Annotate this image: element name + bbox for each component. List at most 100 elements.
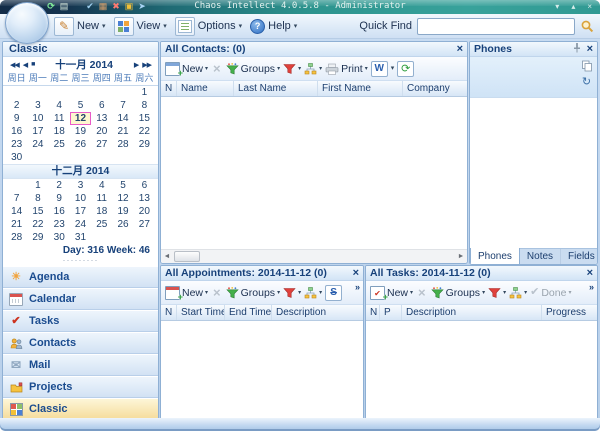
delete-button[interactable]: × xyxy=(211,62,223,75)
group-by-button[interactable]: ▾ xyxy=(304,287,322,299)
calendar-day[interactable]: 18 xyxy=(91,205,112,218)
group-by-button[interactable]: ▾ xyxy=(509,287,527,299)
calendar-day[interactable]: 11 xyxy=(91,192,112,205)
column-end-time[interactable]: End Time xyxy=(225,305,272,320)
calendar-day[interactable]: 15 xyxy=(134,112,155,125)
column-n[interactable]: N xyxy=(161,81,177,96)
group-by-button[interactable]: ▾ xyxy=(304,63,322,75)
calendar-day[interactable]: 26 xyxy=(70,138,91,151)
column-description[interactable]: Description xyxy=(272,305,363,320)
save-icon[interactable]: ▤ xyxy=(59,1,69,12)
calendar-day[interactable]: 15 xyxy=(27,205,48,218)
calendar-day[interactable]: 30 xyxy=(49,231,70,244)
sidebar-item-projects[interactable]: Projects xyxy=(3,376,158,398)
print-button[interactable]: Print ▾ xyxy=(325,63,368,75)
calendar-day[interactable]: 10 xyxy=(27,112,48,125)
tasks-shortcut-icon[interactable]: ✔ xyxy=(85,1,95,12)
contacts-list[interactable] xyxy=(161,97,467,249)
groups-button[interactable]: Groups ▾ xyxy=(226,63,280,75)
calendar-day[interactable]: 16 xyxy=(6,125,27,138)
calendar-day[interactable]: 24 xyxy=(27,138,48,151)
column-first-name[interactable]: First Name xyxy=(318,81,403,96)
calendar-day[interactable]: 14 xyxy=(6,205,27,218)
calendar-day[interactable]: 23 xyxy=(49,218,70,231)
column-progress[interactable]: Progress xyxy=(542,305,597,320)
help-button[interactable]: ? Help ▾ xyxy=(250,19,297,34)
column-description[interactable]: Description xyxy=(402,305,542,320)
close-icon[interactable]: × xyxy=(353,268,359,279)
close-button[interactable]: × xyxy=(587,1,592,12)
column-company[interactable]: Company xyxy=(403,81,467,96)
new-appointment-button[interactable]: + New ▾ xyxy=(165,286,208,300)
maximize-button[interactable]: ▴ xyxy=(571,1,575,12)
calendar-day[interactable]: 1 xyxy=(27,179,48,192)
calendar-day[interactable]: 27 xyxy=(134,218,155,231)
pin-icon[interactable] xyxy=(573,42,581,56)
sidebar-item-classic[interactable]: Classic xyxy=(3,398,158,420)
calendar-day[interactable]: 9 xyxy=(49,192,70,205)
calendar-day[interactable]: 4 xyxy=(49,99,70,112)
scroll-right-arrow[interactable]: ► xyxy=(455,251,467,263)
prev-year-button[interactable]: ◀◀ xyxy=(8,61,21,69)
calendar-day[interactable]: 12 xyxy=(112,192,133,205)
quick-find-input[interactable] xyxy=(417,18,575,35)
calendar-day[interactable]: 7 xyxy=(6,192,27,205)
calendar-day[interactable]: 5 xyxy=(112,179,133,192)
close-icon[interactable]: × xyxy=(587,44,593,55)
refresh-button[interactable]: ⟳ xyxy=(397,61,414,77)
scroll-left-arrow[interactable]: ◄ xyxy=(161,251,173,263)
sync-icon[interactable]: ⟳ xyxy=(46,1,56,12)
tab-phones[interactable]: Phones xyxy=(470,248,520,264)
calendar-day[interactable]: 18 xyxy=(49,125,70,138)
calendar-day[interactable]: 26 xyxy=(112,218,133,231)
strikeout-filter-button[interactable]: S xyxy=(325,285,342,301)
sidebar-item-calendar[interactable]: Calendar xyxy=(3,288,158,310)
calendar-day[interactable]: 31 xyxy=(70,231,91,244)
calendar-day[interactable]: 3 xyxy=(70,179,91,192)
new-button[interactable]: ✎ New ▾ xyxy=(54,17,106,36)
appointments-list[interactable] xyxy=(161,321,363,419)
tasks-list[interactable] xyxy=(366,321,597,419)
calendar-day[interactable]: 21 xyxy=(112,125,133,138)
column-name[interactable]: Name xyxy=(177,81,234,96)
calendar-day[interactable]: 9 xyxy=(6,112,27,125)
search-icon[interactable] xyxy=(580,19,594,33)
calendar-day[interactable]: 29 xyxy=(134,138,155,151)
filter-button[interactable]: ▾ xyxy=(488,287,506,299)
calendar-day[interactable]: 27 xyxy=(91,138,112,151)
calendar-day[interactable]: 24 xyxy=(70,218,91,231)
calendar-day[interactable]: 28 xyxy=(112,138,133,151)
column-p[interactable]: P xyxy=(380,305,402,320)
scroll-thumb[interactable] xyxy=(174,251,200,262)
calendar-day[interactable]: 17 xyxy=(70,205,91,218)
calendar-day[interactable]: 21 xyxy=(6,218,27,231)
calendar-day[interactable]: 22 xyxy=(27,218,48,231)
delete-shortcut-icon[interactable]: ✖ xyxy=(111,1,121,12)
calendar-day[interactable]: 29 xyxy=(27,231,48,244)
calendar-day[interactable]: 8 xyxy=(134,99,155,112)
calendar-day[interactable]: 14 xyxy=(112,112,133,125)
calendar-day[interactable]: 4 xyxy=(91,179,112,192)
tab-notes[interactable]: Notes xyxy=(520,249,561,264)
calendar-day[interactable]: 10 xyxy=(70,192,91,205)
filter-button[interactable]: ▾ xyxy=(283,287,301,299)
today-button[interactable]: ■ xyxy=(29,61,36,68)
new-task-button[interactable]: ✔+ New ▾ xyxy=(370,286,413,300)
splitter-handle[interactable]: ········· xyxy=(3,257,158,266)
calendar-day[interactable]: 12 xyxy=(70,112,91,125)
close-icon[interactable]: × xyxy=(587,268,593,279)
delete-button[interactable]: × xyxy=(211,286,223,299)
new-contact-button[interactable]: + New ▾ xyxy=(165,62,208,76)
phones-list[interactable] xyxy=(470,98,597,248)
calendar-day[interactable]: 7 xyxy=(112,99,133,112)
sidebar-item-tasks[interactable]: ✔ Tasks xyxy=(3,310,158,332)
send-shortcut-icon[interactable]: ➤ xyxy=(137,1,147,12)
calendar-day[interactable]: 16 xyxy=(49,205,70,218)
delete-button[interactable]: × xyxy=(416,286,428,299)
app-menu-orb[interactable] xyxy=(5,2,49,44)
groups-button[interactable]: Groups ▾ xyxy=(226,287,280,299)
calendar-day[interactable]: 20 xyxy=(134,205,155,218)
column-start-time[interactable]: Start Time xyxy=(177,305,225,320)
projects-shortcut-icon[interactable]: ▣ xyxy=(124,1,134,12)
calendar-day[interactable]: 19 xyxy=(112,205,133,218)
